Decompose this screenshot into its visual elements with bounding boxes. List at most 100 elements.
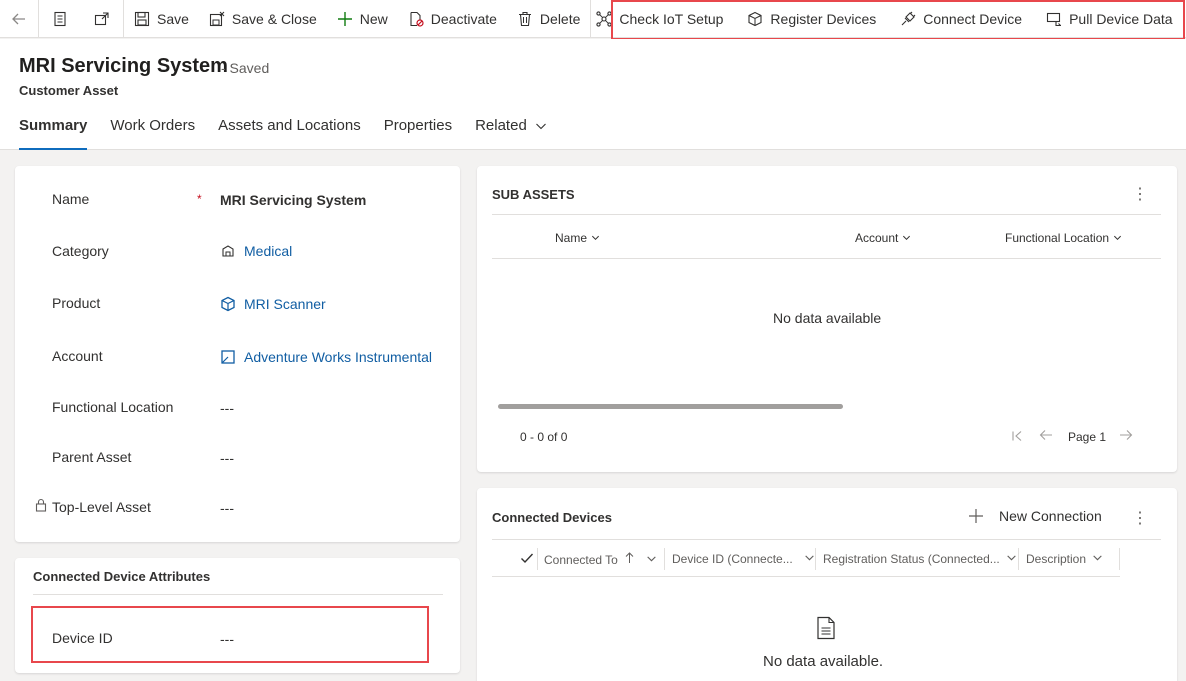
chevron-down-icon — [1006, 552, 1017, 566]
entity-name: Customer Asset — [19, 83, 119, 98]
form-view-button[interactable] — [39, 0, 81, 38]
save-close-icon — [209, 11, 225, 27]
new-connection-button[interactable]: New Connection — [958, 497, 1112, 535]
new-button[interactable]: New — [327, 0, 398, 38]
column-divider — [1119, 548, 1120, 570]
deactivate-label: Deactivate — [430, 10, 497, 27]
parent-asset-value[interactable]: --- — [220, 450, 234, 466]
pull-device-data-button[interactable]: Pull Device Data — [1032, 0, 1183, 38]
column-divider — [815, 548, 816, 570]
first-page-icon[interactable] — [1011, 429, 1023, 445]
tab-summary[interactable]: Summary — [19, 117, 88, 150]
command-bar: Save Save & Close New Deactivate Delete … — [0, 0, 1186, 38]
chevron-down-icon — [804, 552, 815, 566]
back-button[interactable] — [0, 0, 38, 38]
connect-device-label: Connect Device — [923, 10, 1023, 27]
delete-button[interactable]: Delete — [507, 0, 590, 38]
column-header-name[interactable]: Name — [555, 231, 600, 245]
section-title: Connected Device Attributes — [33, 569, 211, 584]
category-value: Medical — [244, 243, 293, 259]
document-icon — [816, 616, 836, 643]
category-icon — [220, 243, 236, 259]
check-iot-setup-button[interactable]: Check IoT Setup — [591, 0, 733, 38]
chevron-down-icon — [1092, 552, 1103, 566]
back-arrow-icon — [11, 11, 27, 27]
top-level-asset-label: Top-Level Asset — [52, 499, 151, 515]
pull-device-data-label: Pull Device Data — [1069, 10, 1173, 27]
divider — [33, 594, 443, 595]
tab-related[interactable]: Related — [475, 117, 547, 150]
save-close-button[interactable]: Save & Close — [199, 0, 327, 38]
account-link[interactable]: Adventure Works Instrumental — [220, 349, 432, 365]
connect-device-button[interactable]: Connect Device — [886, 0, 1032, 38]
divider — [492, 539, 1161, 540]
divider — [492, 214, 1161, 215]
select-all-checkmark-icon[interactable] — [520, 551, 534, 568]
column-header-functional-location[interactable]: Functional Location — [1005, 231, 1122, 245]
category-label: Category — [52, 243, 109, 259]
cube-icon — [220, 296, 236, 312]
device-id-label: Device ID — [52, 630, 113, 646]
page-number: Page 1 — [1068, 430, 1107, 444]
product-link[interactable]: MRI Scanner — [220, 296, 326, 312]
plug-icon — [900, 11, 916, 27]
more-options-icon[interactable]: ⋮ — [1132, 511, 1148, 527]
top-level-asset-value: --- — [220, 500, 234, 516]
column-divider — [1018, 548, 1019, 570]
tab-work-orders[interactable]: Work Orders — [110, 117, 195, 150]
functional-location-value[interactable]: --- — [220, 400, 234, 416]
open-new-window-button[interactable] — [81, 0, 123, 38]
product-value: MRI Scanner — [244, 296, 326, 312]
parent-asset-label: Parent Asset — [52, 449, 132, 465]
column-header-account[interactable]: Account — [855, 231, 911, 245]
chevron-down-icon — [646, 553, 657, 567]
more-options-icon[interactable]: ⋮ — [1132, 187, 1148, 203]
divider — [492, 576, 1120, 577]
new-connection-label: New Connection — [999, 508, 1102, 524]
account-icon — [220, 349, 236, 365]
pull-data-icon — [1046, 11, 1062, 27]
form-icon — [52, 11, 68, 27]
column-header-connected-to[interactable]: Connected To — [544, 552, 657, 567]
record-count: 0 - 0 of 0 — [520, 430, 568, 444]
save-button[interactable]: Save — [124, 0, 199, 38]
package-icon — [747, 11, 763, 27]
tab-properties[interactable]: Properties — [384, 117, 452, 150]
open-new-window-icon — [94, 11, 110, 27]
chevron-down-icon — [535, 119, 547, 150]
section-title: SUB ASSETS — [492, 187, 575, 202]
save-icon — [134, 11, 150, 27]
network-icon — [596, 10, 613, 27]
tab-related-label: Related — [475, 117, 527, 134]
name-field[interactable]: MRI Servicing System — [220, 192, 366, 208]
chevron-down-icon — [902, 231, 911, 245]
account-value: Adventure Works Instrumental — [244, 349, 433, 365]
column-label: Device ID (Connecte... — [672, 552, 793, 566]
save-close-label: Save & Close — [231, 10, 317, 27]
section-title: Connected Devices — [492, 510, 612, 525]
name-label: Name — [52, 191, 90, 207]
column-divider — [664, 548, 665, 570]
product-label: Product — [52, 295, 101, 311]
column-header-registration-status[interactable]: Registration Status (Connected... — [823, 552, 1017, 566]
column-header-device-id[interactable]: Device ID (Connecte... — [672, 552, 815, 566]
record-header: MRI Servicing System - Saved Customer As… — [0, 39, 1186, 150]
plus-icon — [337, 11, 353, 27]
empty-state-text: No data available — [773, 310, 882, 326]
deactivate-icon — [408, 11, 424, 27]
category-link[interactable]: Medical — [220, 243, 292, 259]
chevron-down-icon — [1113, 231, 1122, 245]
register-devices-button[interactable]: Register Devices — [733, 0, 886, 38]
sort-ascending-icon — [625, 552, 634, 567]
horizontal-scrollbar[interactable] — [498, 404, 843, 409]
device-id-value[interactable]: --- — [220, 631, 234, 647]
tab-assets-locations[interactable]: Assets and Locations — [218, 117, 361, 150]
register-devices-label: Register Devices — [770, 10, 877, 27]
deactivate-button[interactable]: Deactivate — [398, 0, 507, 38]
next-page-icon[interactable] — [1119, 428, 1133, 445]
column-header-description[interactable]: Description — [1026, 552, 1103, 566]
previous-page-icon[interactable] — [1039, 428, 1053, 445]
column-label: Account — [855, 231, 899, 245]
column-label: Connected To — [544, 552, 618, 567]
column-label: Description — [1026, 552, 1087, 566]
